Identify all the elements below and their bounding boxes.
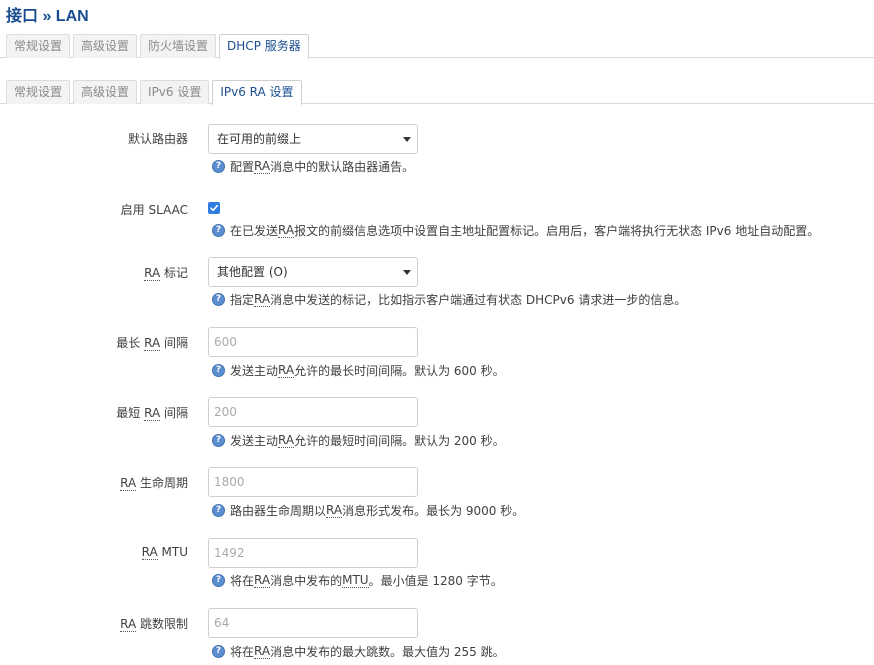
help-question-icon: ? xyxy=(212,504,225,517)
mtu-label: RA MTU xyxy=(141,545,188,560)
subtab-general[interactable]: 常规设置 xyxy=(6,80,71,104)
ra-flags-label: RA 标记 xyxy=(144,266,188,281)
help-question-icon: ? xyxy=(212,224,225,237)
subtab-ipv6-ra[interactable]: IPv6 RA 设置 xyxy=(212,80,302,105)
secondary-tab-bar: 常规设置 高级设置 IPv6 设置 IPv6 RA 设置 xyxy=(0,80,874,105)
ra-flags-value: 其他配置 (O) xyxy=(217,265,288,279)
max-interval-input[interactable] xyxy=(208,327,418,357)
hop-limit-help: ? 将在 RA 消息中发布的最大跳数。最大值为 255 跳。 xyxy=(212,643,505,660)
help-question-icon: ? xyxy=(212,364,225,377)
mtu-input[interactable] xyxy=(208,538,418,568)
help-question-icon: ? xyxy=(212,160,225,173)
max-interval-label: 最长 RA 间隔 xyxy=(116,336,188,351)
tab-general[interactable]: 常规设置 xyxy=(6,34,71,58)
checkmark-icon xyxy=(210,204,218,212)
lifetime-input[interactable] xyxy=(208,467,418,497)
hop-limit-label: RA 跳数限制 xyxy=(120,617,188,632)
tab-advanced[interactable]: 高级设置 xyxy=(73,34,138,58)
min-interval-label: 最短 RA 间隔 xyxy=(116,406,188,421)
tab-firewall[interactable]: 防火墙设置 xyxy=(140,34,217,58)
subtab-advanced[interactable]: 高级设置 xyxy=(73,80,138,104)
hop-limit-input[interactable] xyxy=(208,608,418,638)
slaac-checkbox[interactable] xyxy=(208,202,220,214)
tab-dhcp-server[interactable]: DHCP 服务器 xyxy=(219,34,309,59)
ra-flags-help: ? 指定 RA 消息中发送的标记，比如指示客户端通过有状态 DHCPv6 请求进一步… xyxy=(212,291,686,308)
chevron-down-icon xyxy=(403,270,411,275)
chevron-down-icon xyxy=(403,137,411,142)
slaac-help: ? 在已发送 RA 报文的前缀信息选项中设置自主地址配置标记。启用后，客户端将执… xyxy=(212,222,819,239)
lifetime-label: RA 生命周期 xyxy=(120,476,188,491)
lifetime-help: ? 路由器生命周期以 RA 消息形式发布。最长为 9000 秒。 xyxy=(212,502,524,519)
default-router-value: 在可用的前缀上 xyxy=(217,132,302,146)
page-title: 接口 » LAN xyxy=(6,8,89,25)
max-interval-help: ? 发送主动 RA 允许的最长时间间隔。默认为 600 秒。 xyxy=(212,362,505,379)
default-router-help: ? 配置 RA 消息中的默认路由器通告。 xyxy=(212,158,414,175)
default-router-label: 默认路由器 xyxy=(127,132,188,146)
default-router-select[interactable]: 在可用的前缀上 xyxy=(208,124,418,154)
subtab-ipv6[interactable]: IPv6 设置 xyxy=(140,80,210,104)
help-question-icon: ? xyxy=(212,434,225,447)
min-interval-help: ? 发送主动 RA 允许的最短时间间隔。默认为 200 秒。 xyxy=(212,432,505,449)
mtu-help: ? 将在 RA 消息中发布的 MTU 。最小值是 1280 字节。 xyxy=(212,572,503,589)
min-interval-input[interactable] xyxy=(208,397,418,427)
help-question-icon: ? xyxy=(212,293,225,306)
slaac-label: 启用 SLAAC xyxy=(120,203,188,217)
primary-tab-bar: 常规设置 高级设置 防火墙设置 DHCP 服务器 xyxy=(0,34,874,59)
help-question-icon: ? xyxy=(212,574,225,587)
help-question-icon: ? xyxy=(212,645,225,658)
ra-flags-select[interactable]: 其他配置 (O) xyxy=(208,257,418,287)
